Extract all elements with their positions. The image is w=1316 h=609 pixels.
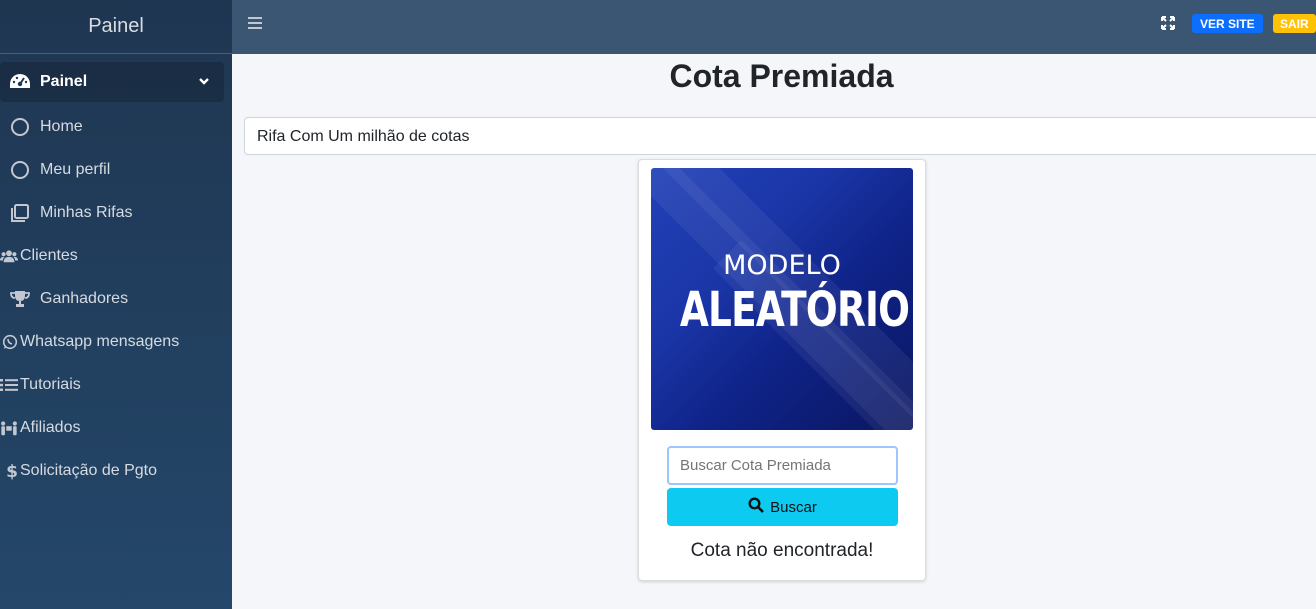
sidebar-item-label: Home [40,118,83,135]
buscar-label: Buscar [770,498,817,516]
page-title-light: Cota [669,58,741,94]
banner-line1: MODELO [723,250,841,281]
sidebar-item-clientes[interactable]: Clientes [0,235,224,277]
search-icon [748,497,765,517]
sidebar-item-label: Painel [40,73,88,90]
people-carry-icon [0,420,20,436]
sidebar-item-solicitacao-de-pgto[interactable]: $ Solicitação de Pgto [0,450,224,492]
buscar-button[interactable]: Buscar [667,488,898,526]
sidebar-item-label: Whatsapp mensagens [20,333,180,350]
rifa-banner-image: MODELO ALEATÓRIO [651,168,913,430]
copy-icon [0,203,40,223]
page-title-bold: Premiada [749,58,894,94]
search-input[interactable] [667,446,898,485]
topbar: VER SITE SAIR [232,0,1316,54]
sair-button[interactable]: SAIR [1273,14,1316,33]
list-icon [0,378,20,392]
rifa-select[interactable]: Rifa Com Um milhão de cotas [244,117,1316,155]
sidebar-item-meu-perfil[interactable]: Meu perfil [0,149,224,191]
menu-icon[interactable] [248,16,262,35]
sidebar-item-label: Meu perfil [40,161,111,178]
sidebar-item-ganhadores[interactable]: Ganhadores [0,278,224,320]
users-icon [0,248,20,264]
sidebar-item-label: Afiliados [20,419,81,436]
sidebar-item-label: Clientes [20,247,78,264]
sidebar: Painel Painel Home Meu perfil Minhas Rif… [0,0,232,609]
ver-site-button[interactable]: VER SITE [1192,14,1263,33]
sidebar-item-tutoriais[interactable]: Tutoriais [0,364,224,406]
whatsapp-icon [0,334,20,350]
search-card: MODELO ALEATÓRIO Buscar Cota não encontr… [638,159,926,581]
brand-title[interactable]: Painel [0,0,232,54]
chevron-down-icon [198,74,210,92]
fullscreen-icon[interactable] [1161,16,1175,35]
sidebar-item-minhas-rifas[interactable]: Minhas Rifas [0,192,224,234]
sidebar-item-label: Tutoriais [20,376,81,393]
sidebar-item-painel[interactable]: Painel [0,62,224,102]
page-title: Cota Premiada [232,58,1316,95]
sidebar-nav: Painel Home Meu perfil Minhas Rifas Clie… [0,54,232,492]
sidebar-item-home[interactable]: Home [0,106,224,148]
result-message: Cota não encontrada! [690,540,874,561]
dollar-icon: $ [0,462,20,480]
sidebar-item-whatsapp-mensagens[interactable]: Whatsapp mensagens [0,321,224,363]
banner-line2: ALEATÓRIO [679,282,910,338]
circle-icon [0,160,40,180]
circle-icon [0,117,40,137]
sidebar-item-label: Solicitação de Pgto [20,462,157,479]
sidebar-item-afiliados[interactable]: Afiliados [0,407,224,449]
svg-text:$: $ [6,462,18,480]
trophy-icon [0,290,40,308]
dashboard-icon [0,73,40,91]
sidebar-item-label: Ganhadores [40,290,129,307]
sidebar-item-label: Minhas Rifas [40,204,133,221]
